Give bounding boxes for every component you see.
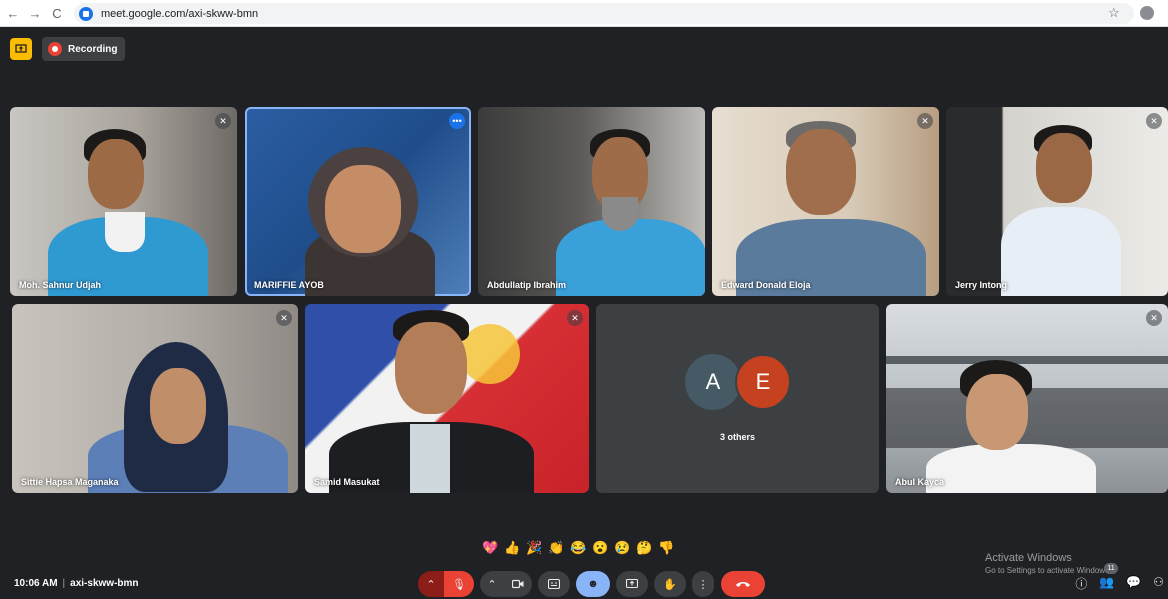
info-separator: | [62,578,66,589]
send-reaction-button[interactable]: ☻ [576,571,610,597]
participant-video [10,107,237,296]
participant-video [712,107,939,296]
meet-site-icon [79,6,93,21]
mic-toggle-button[interactable]: 🎙 [444,571,474,597]
others-tile[interactable]: A E 3 others [596,304,879,493]
more-vert-icon: ⋮ [697,578,709,591]
emoji-icon: ☻ [587,578,599,590]
mic-off-icon: ✕ [917,113,933,129]
participant-tile-6[interactable]: ✕ Sittie Hapsa Maganaka [12,304,298,493]
present-now-button[interactable] [616,571,648,597]
participant-video [245,107,471,296]
activities-icon[interactable]: ⚇ [1153,575,1164,592]
hand-icon: ✋ [663,578,677,591]
recording-dot-icon [48,42,62,56]
mic-off-icon: ✕ [215,113,231,129]
participant-tile-8[interactable]: ✕ Abul Kayca [886,304,1168,493]
reaction-heart-icon[interactable]: 💖 [481,539,500,558]
mic-off-icon: ✕ [1146,310,1162,326]
present-to-all-icon[interactable] [10,38,32,60]
present-icon [626,578,638,588]
captions-button[interactable] [538,571,570,597]
hang-up-icon [736,582,750,587]
meeting-topbar: Recording [10,37,126,61]
more-options-icon[interactable]: ••• [449,113,465,129]
meeting-time: 10:06 AM [14,578,58,589]
participant-name: Abul Kayca [895,477,945,487]
participant-tile-7[interactable]: ✕ Samid Masukat [305,304,589,493]
participant-name: Samid Masukat [314,477,380,487]
participant-tile-5[interactable]: ✕ Jerry Intong [946,107,1168,296]
avatar: A [685,354,741,410]
reaction-thinking-icon[interactable]: 🤔 [635,539,654,558]
reaction-party-icon[interactable]: 🎉 [525,539,544,558]
participant-name: Sittie Hapsa Maganaka [21,477,119,487]
bookmark-star-icon[interactable]: ☆ [1108,5,1120,21]
profile-avatar-icon[interactable] [1140,6,1154,20]
participant-video [886,304,1168,493]
mic-off-icon: 🎙 [452,578,466,591]
reaction-thumbs-down-icon[interactable]: 👎 [657,539,676,558]
others-count-label: 3 others [719,432,755,442]
participant-count-badge: 11 [1104,563,1118,574]
participant-video [305,304,589,493]
mic-off-icon: ✕ [567,310,583,326]
participant-video [946,107,1168,296]
watermark-title: Activate Windows [985,552,1072,564]
people-icon[interactable]: 👥 [1099,575,1114,592]
camera-options-button[interactable]: ⌃ [480,571,504,597]
participant-name: Moh. Sahnur Udjah [19,280,101,290]
participant-tile-4[interactable]: ✕ Edward Donald Eloja [712,107,939,296]
mic-off-icon: ✕ [1146,113,1162,129]
meeting-controls-bar: 10:06 AM | axi-skww-bmn ⌃ 🎙 ⌃ ☻ ✋ ⋮ ⓘ 👥 💬 … [0,568,1168,599]
reaction-laugh-icon[interactable]: 😂 [569,539,588,558]
mic-off-icon: ✕ [276,310,292,326]
participant-tile-3[interactable]: Abdullatip Ibrahim [478,107,705,296]
participant-video [12,304,298,493]
camera-toggle-button[interactable] [504,571,532,597]
meeting-code: axi-skww-bmn [70,578,139,589]
raise-hand-button[interactable]: ✋ [654,571,686,597]
reaction-sad-icon[interactable]: 😢 [613,539,632,558]
participant-tile-2[interactable]: ••• MARIFFIE AYOB [245,107,471,296]
participant-name: Abdullatip Ibrahim [487,280,567,290]
participant-video [478,107,705,296]
participant-tile-1[interactable]: ✕ Moh. Sahnur Udjah [10,107,237,296]
meeting-info: 10:06 AM | axi-skww-bmn [14,578,139,589]
address-bar[interactable]: meet.google.com/axi-skww-bmn [74,3,1134,24]
leave-call-button[interactable] [721,571,765,597]
camera-icon [512,579,524,589]
recording-label: Recording [68,43,118,55]
reload-button[interactable]: C [48,4,66,22]
captions-icon [548,579,560,589]
reaction-clap-icon[interactable]: 👏 [547,539,566,558]
reaction-thumbs-up-icon[interactable]: 👍 [503,539,522,558]
participant-name: MARIFFIE AYOB [254,280,324,290]
participant-name: Jerry Intong [955,280,1008,290]
back-button[interactable]: ← [4,4,22,22]
mic-options-button[interactable]: ⌃ [418,571,444,597]
side-panel-controls: ⓘ 👥 💬 ⚇ [1075,575,1164,592]
reaction-surprised-icon[interactable]: 😮 [591,539,610,558]
avatar: E [735,354,791,410]
reactions-bar: 💖 👍 🎉 👏 😂 😮 😢 🤔 👎 [481,537,701,559]
chat-icon[interactable]: 💬 [1126,575,1141,592]
meeting-details-icon[interactable]: ⓘ [1075,575,1087,592]
recording-indicator[interactable]: Recording [42,37,126,61]
browser-toolbar: ← → C meet.google.com/axi-skww-bmn ☆ [0,0,1168,27]
participant-name: Edward Donald Eloja [721,280,811,290]
url-text: meet.google.com/axi-skww-bmn [101,7,259,20]
more-options-button[interactable]: ⋮ [692,571,714,597]
forward-button[interactable]: → [26,4,44,22]
